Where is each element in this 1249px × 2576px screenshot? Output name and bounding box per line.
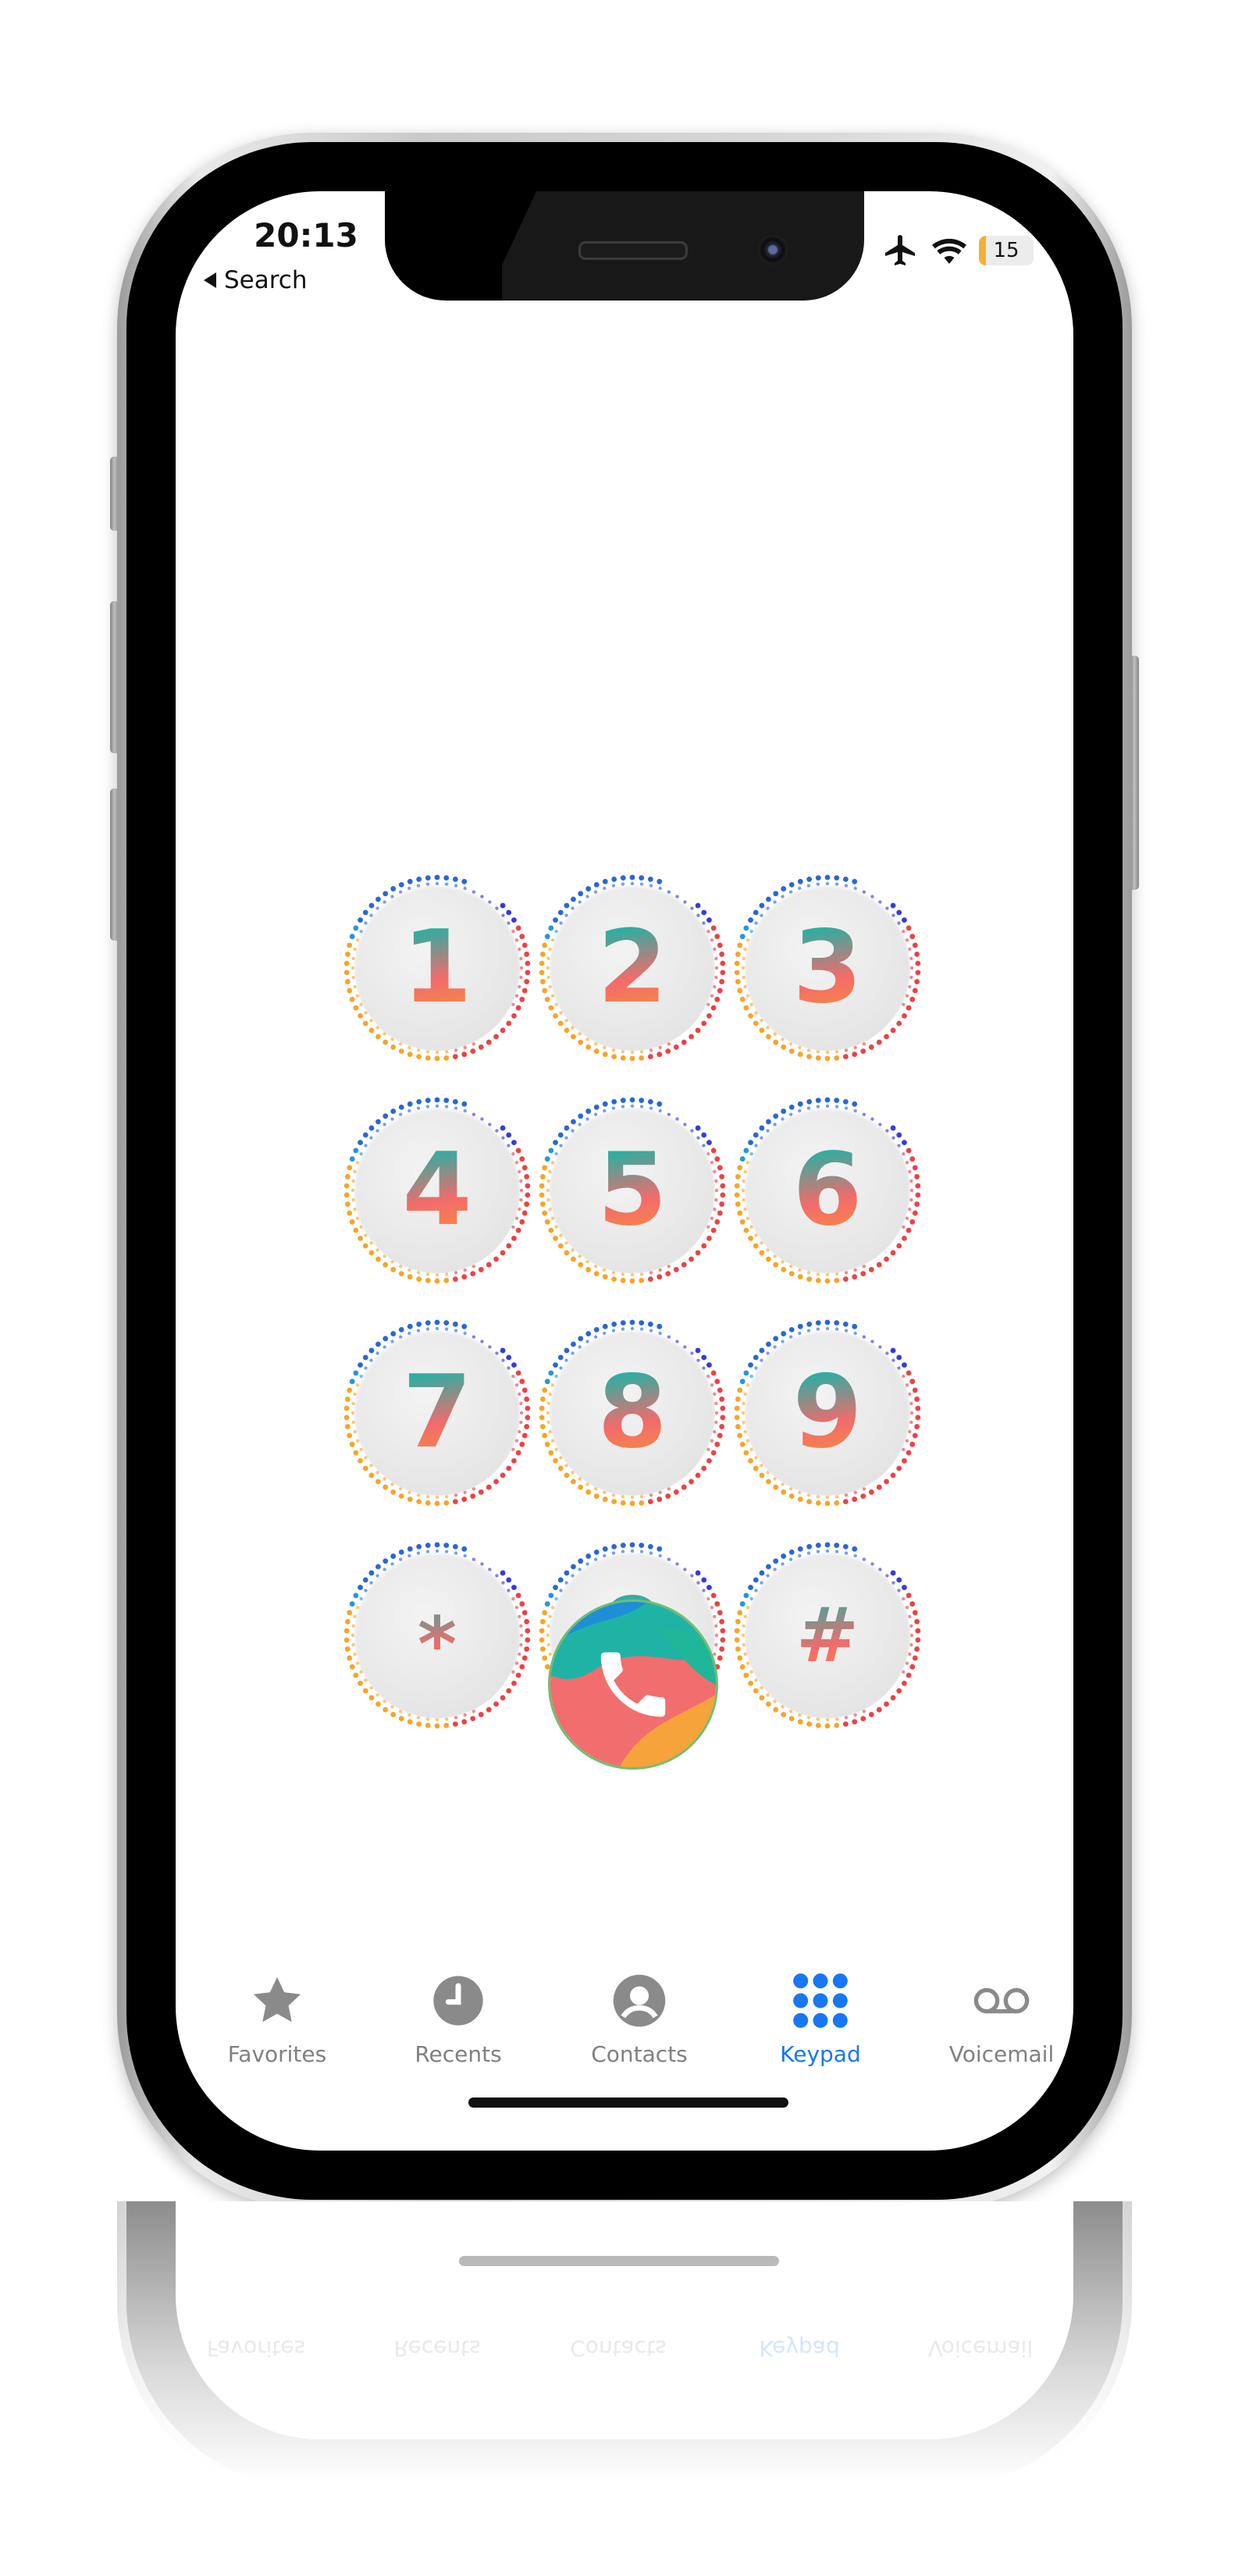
star-icon — [253, 1976, 301, 2023]
tab-favorites[interactable]: Favorites — [199, 1971, 355, 2088]
key-6[interactable]: 6 — [734, 1097, 921, 1284]
reflection-label: Favorites — [206, 2336, 306, 2361]
voicemail-icon — [973, 1987, 1030, 2014]
tab-label: Keypad — [780, 2041, 861, 2067]
key-digit: 9 — [734, 1319, 921, 1507]
status-time: 20:13 — [254, 216, 358, 254]
tab-label: Recents — [415, 2041, 502, 2067]
device-reflection: Favorites Recents Contacts Keypad Voicem… — [0, 2201, 1249, 2576]
person-icon — [613, 1974, 666, 2027]
key-digit: 2 — [539, 874, 726, 1062]
key-digit: 5 — [539, 1097, 726, 1284]
tab-keypad[interactable]: Keypad — [742, 1971, 898, 2088]
reflection-label: Voicemail — [927, 2336, 1034, 2361]
reflection-fade — [0, 2201, 1249, 2576]
key-digit: * — [343, 1542, 531, 1729]
key-hash[interactable]: # — [734, 1542, 921, 1729]
speaker-grille — [578, 241, 688, 260]
front-camera — [758, 235, 788, 265]
key-digit: # — [734, 1542, 921, 1729]
tab-contacts[interactable]: Contacts — [561, 1971, 717, 2088]
tab-label: Favorites — [227, 2041, 327, 2067]
back-to-search[interactable]: Search — [204, 266, 308, 294]
key-3[interactable]: 3 — [734, 874, 921, 1062]
reflection-label: Keypad — [759, 2336, 840, 2361]
back-label: Search — [224, 266, 308, 294]
key-4[interactable]: 4 — [343, 1097, 531, 1284]
tab-label: Contacts — [591, 2041, 688, 2067]
reflection-frame — [117, 2201, 1132, 2498]
home-indicator — [468, 2097, 788, 2108]
key-digit: 6 — [734, 1097, 921, 1284]
reflection-label: Contacts — [570, 2336, 667, 2361]
key-1[interactable]: 1 — [343, 874, 531, 1062]
tab-voicemail[interactable]: Voicemail — [923, 1971, 1073, 2088]
clock-icon — [433, 1976, 483, 2026]
key-digit: 7 — [343, 1319, 531, 1507]
phone-frame: 20:13 Search 15 1 2 3 4 5 6 7 8 9 * # Fa… — [117, 133, 1132, 2209]
key-digit: 8 — [539, 1319, 726, 1507]
reflection-home-indicator — [459, 2256, 779, 2266]
phone-bezel: 20:13 Search 15 1 2 3 4 5 6 7 8 9 * # Fa… — [126, 142, 1123, 2200]
key-digit: 4 — [343, 1097, 531, 1284]
device-mockup: 20:13 Search 15 1 2 3 4 5 6 7 8 9 * # Fa… — [0, 0, 1249, 2576]
airplane-icon — [885, 235, 915, 265]
screen: 20:13 Search 15 1 2 3 4 5 6 7 8 9 * # Fa… — [176, 191, 1073, 2151]
key-2[interactable]: 2 — [539, 874, 726, 1062]
battery-icon: 15 — [979, 236, 1034, 265]
back-arrow-icon — [204, 272, 216, 288]
battery-level: 15 — [993, 239, 1019, 262]
key-7[interactable]: 7 — [343, 1319, 531, 1507]
status-icons: 15 — [882, 229, 1059, 272]
key-9[interactable]: 9 — [734, 1319, 921, 1507]
phone-icon — [600, 1652, 666, 1717]
tab-label: Voicemail — [948, 2041, 1055, 2067]
key-5[interactable]: 5 — [539, 1097, 726, 1284]
keypad-grid-icon — [793, 1973, 848, 2028]
key-digit: 1 — [343, 874, 531, 1062]
reflection-label: Recents — [393, 2336, 481, 2361]
key-8[interactable]: 8 — [539, 1319, 726, 1507]
tab-recents[interactable]: Recents — [380, 1971, 536, 2088]
key-star[interactable]: * — [343, 1542, 531, 1729]
wifi-icon — [932, 238, 966, 264]
key-digit: 3 — [734, 874, 921, 1062]
notch — [385, 191, 864, 301]
call-button[interactable] — [548, 1599, 718, 1770]
